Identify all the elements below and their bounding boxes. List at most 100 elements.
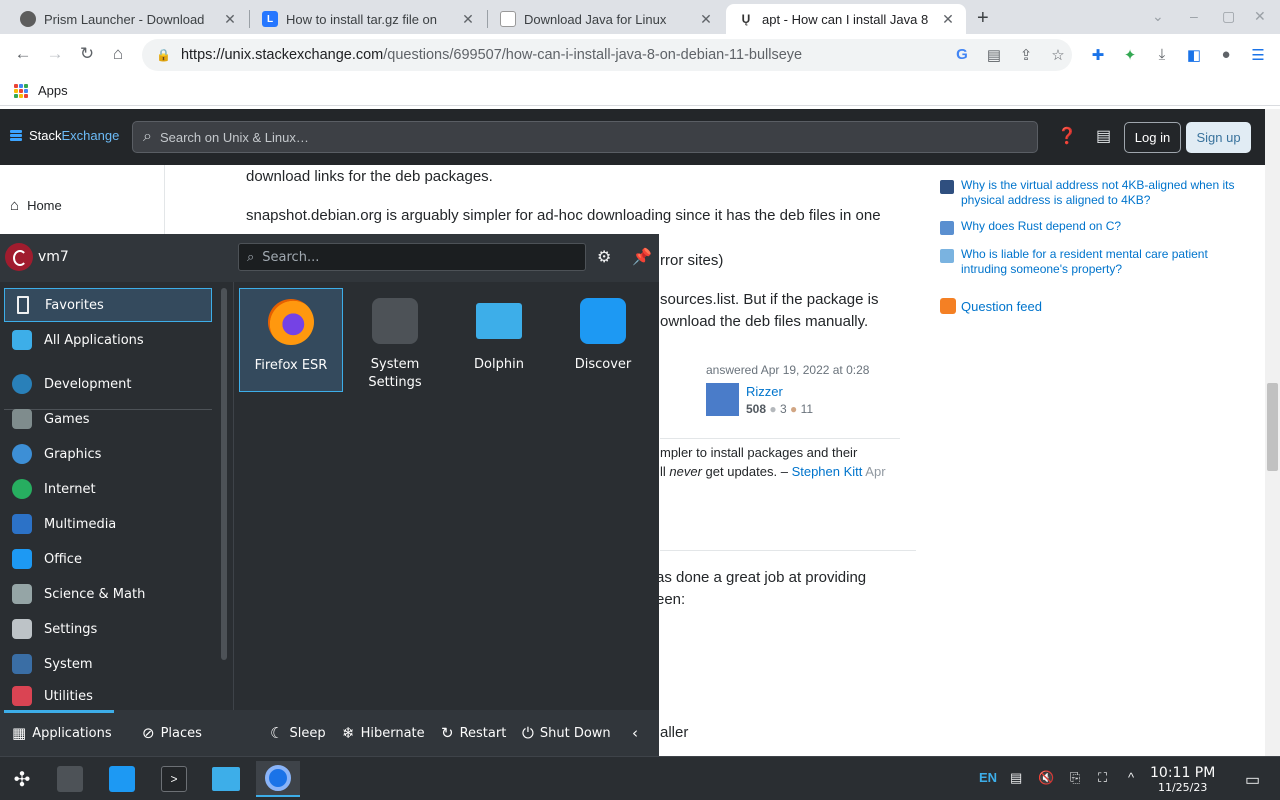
category-all-applications[interactable]: All Applications <box>4 323 212 357</box>
hot-question-link[interactable]: Why is the virtual address not 4KB-align… <box>940 178 1240 208</box>
tab-prism-launcher[interactable]: Prism Launcher - Download ✕ <box>8 4 248 34</box>
taskbar: ✣ > EN ▤ 🔇 ⎘ ⛶ ^ 10:11 PM 11/25/23 ▭ <box>0 756 1280 800</box>
close-tab-icon[interactable]: ✕ <box>222 11 238 28</box>
category-settings[interactable]: Settings <box>4 612 212 646</box>
category-list: Favorites All Applications Development G… <box>0 282 215 710</box>
app-launcher-button[interactable]: ✣ <box>0 761 44 797</box>
launcher-header: vm7 ⌕ Search... ⚙ 📌 <box>0 234 659 282</box>
search-icon: ⌕ <box>247 249 255 265</box>
nav-home[interactable]: ⌂ Home <box>10 197 62 214</box>
category-utilities[interactable]: Utilities <box>4 682 212 710</box>
site-switcher-icon[interactable]: ▤ <box>1096 126 1111 146</box>
tab-apt-install-java[interactable]: Ų apt - How can I install Java 8 ✕ <box>726 4 966 34</box>
user-name-link[interactable]: Rizzer <box>746 384 783 399</box>
share-icon[interactable]: ⇪ <box>1016 46 1036 64</box>
more-power-options-icon[interactable]: ‹ <box>632 724 644 742</box>
category-internet[interactable]: Internet <box>4 472 212 506</box>
task-dolphin[interactable] <box>204 761 248 797</box>
close-tab-icon[interactable]: ✕ <box>460 11 476 28</box>
volume-muted-icon[interactable]: 🔇 <box>1038 770 1054 786</box>
download-icon[interactable]: ⤓ <box>1152 46 1172 63</box>
task-discover[interactable] <box>100 761 144 797</box>
pin-icon[interactable]: 📌 <box>632 247 652 266</box>
category-science-math[interactable]: Science & Math <box>4 577 212 611</box>
close-tab-icon[interactable]: ✕ <box>698 11 714 28</box>
hot-question-link[interactable]: Who is liable for a resident mental care… <box>940 247 1240 277</box>
keyboard-layout-indicator[interactable]: EN <box>979 770 997 785</box>
question-feed-link[interactable]: Question feed <box>940 298 1042 314</box>
extension-icon[interactable]: ✦ <box>1120 46 1140 64</box>
scrollbar-thumb[interactable] <box>1267 383 1278 471</box>
show-desktop-icon[interactable]: ▭ <box>1245 770 1260 790</box>
hot-question-link[interactable]: Why does Rust depend on C? <box>940 219 1240 235</box>
stackexchange-logo[interactable]: Stack Exchange <box>10 128 119 143</box>
forward-icon[interactable]: → <box>44 44 66 64</box>
category-system[interactable]: System <box>4 647 212 681</box>
task-konsole[interactable]: > <box>152 761 196 797</box>
applications-tab[interactable]: ▦ Applications <box>12 724 112 742</box>
address-bar[interactable]: 🔒 https://unix.stackexchange.com/questio… <box>142 39 1072 71</box>
home-icon[interactable]: ⌂ <box>107 44 129 64</box>
office-icon <box>12 549 32 569</box>
digital-clock[interactable]: 10:11 PM 11/25/23 <box>1150 765 1215 794</box>
shutdown-button[interactable]: ⏻ Shut Down <box>522 724 611 742</box>
tab-download-java[interactable]: Download Java for Linux ✕ <box>488 4 724 34</box>
bookmark-apps[interactable]: Apps <box>38 83 68 98</box>
new-tab-button[interactable]: + <box>977 7 989 30</box>
clock-time: 10:11 PM <box>1150 765 1216 781</box>
app-discover[interactable]: Discover <box>551 288 655 392</box>
category-office[interactable]: Office <box>4 542 212 576</box>
lock-icon[interactable]: 🔒 <box>156 48 171 62</box>
places-tab[interactable]: ⊘ Places <box>142 724 202 742</box>
maximize-icon[interactable]: ▢ <box>1222 8 1235 25</box>
bookmark-icon[interactable]: ☆ <box>1048 46 1068 64</box>
launcher-search-input[interactable]: ⌕ Search... <box>238 243 586 271</box>
apps-grid-icon[interactable] <box>14 83 28 98</box>
category-graphics[interactable]: Graphics <box>4 437 212 471</box>
task-chrome[interactable] <box>256 761 300 797</box>
configure-icon[interactable]: ⚙ <box>597 247 611 266</box>
expand-tray-icon[interactable]: ^ <box>1128 770 1134 785</box>
network-icon[interactable]: ⛶ <box>1098 770 1107 786</box>
reload-icon[interactable]: ↻ <box>76 44 98 64</box>
signup-button[interactable]: Sign up <box>1186 122 1251 153</box>
google-lens-icon[interactable]: G <box>952 46 972 63</box>
app-dolphin[interactable]: Dolphin <box>447 288 551 392</box>
answer-text: sources.list. But if the package is <box>660 291 879 308</box>
restart-button[interactable]: ↻ Restart <box>441 724 506 742</box>
site-search-input[interactable]: ⌕ Search on Unix & Linux… <box>132 121 1038 153</box>
category-multimedia[interactable]: Multimedia <box>4 507 212 541</box>
hibernate-button[interactable]: ❄ Hibernate <box>342 724 425 742</box>
side-panel-icon[interactable]: ◧ <box>1184 46 1204 64</box>
profile-icon[interactable]: ● <box>1216 46 1236 63</box>
login-button[interactable]: Log in <box>1124 122 1181 153</box>
snowflake-icon: ❄ <box>342 724 355 742</box>
chrome-favicon-icon <box>20 11 36 27</box>
user-avatar-icon[interactable] <box>5 243 33 271</box>
clipboard-icon[interactable]: ▤ <box>1010 770 1022 786</box>
extensions-icon[interactable]: ✚ <box>1088 46 1108 64</box>
app-firefox-esr[interactable]: Firefox ESR <box>239 288 343 392</box>
user-avatar[interactable] <box>706 383 739 416</box>
minimize-icon[interactable]: – <box>1190 8 1198 24</box>
usb-devices-icon[interactable]: ⎘ <box>1070 770 1080 786</box>
sleep-button[interactable]: ☾ Sleep <box>270 724 326 742</box>
task-system-settings[interactable] <box>48 761 92 797</box>
help-icon[interactable]: ❓ <box>1057 126 1077 146</box>
category-development[interactable]: Development <box>4 367 212 401</box>
category-favorites[interactable]: Favorites <box>4 288 212 322</box>
tab-search-icon[interactable]: ⌄ <box>1152 8 1164 25</box>
settings-icon <box>12 619 32 639</box>
category-games[interactable]: Games <box>4 402 212 436</box>
close-window-icon[interactable]: ✕ <box>1254 8 1266 25</box>
reader-mode-icon[interactable]: ▤ <box>984 46 1004 64</box>
page-favicon-icon <box>500 11 516 27</box>
clock-date: 11/25/23 <box>1157 781 1208 794</box>
comment-author-link[interactable]: Stephen Kitt <box>792 464 863 479</box>
back-icon[interactable]: ← <box>12 44 34 64</box>
category-scrollbar[interactable] <box>221 288 227 660</box>
tab-install-targz[interactable]: L How to install tar.gz file on ✕ <box>250 4 486 34</box>
close-tab-icon[interactable]: ✕ <box>940 11 956 28</box>
app-system-settings[interactable]: System Settings <box>343 288 447 392</box>
menu-icon[interactable]: ☰ <box>1248 46 1268 64</box>
